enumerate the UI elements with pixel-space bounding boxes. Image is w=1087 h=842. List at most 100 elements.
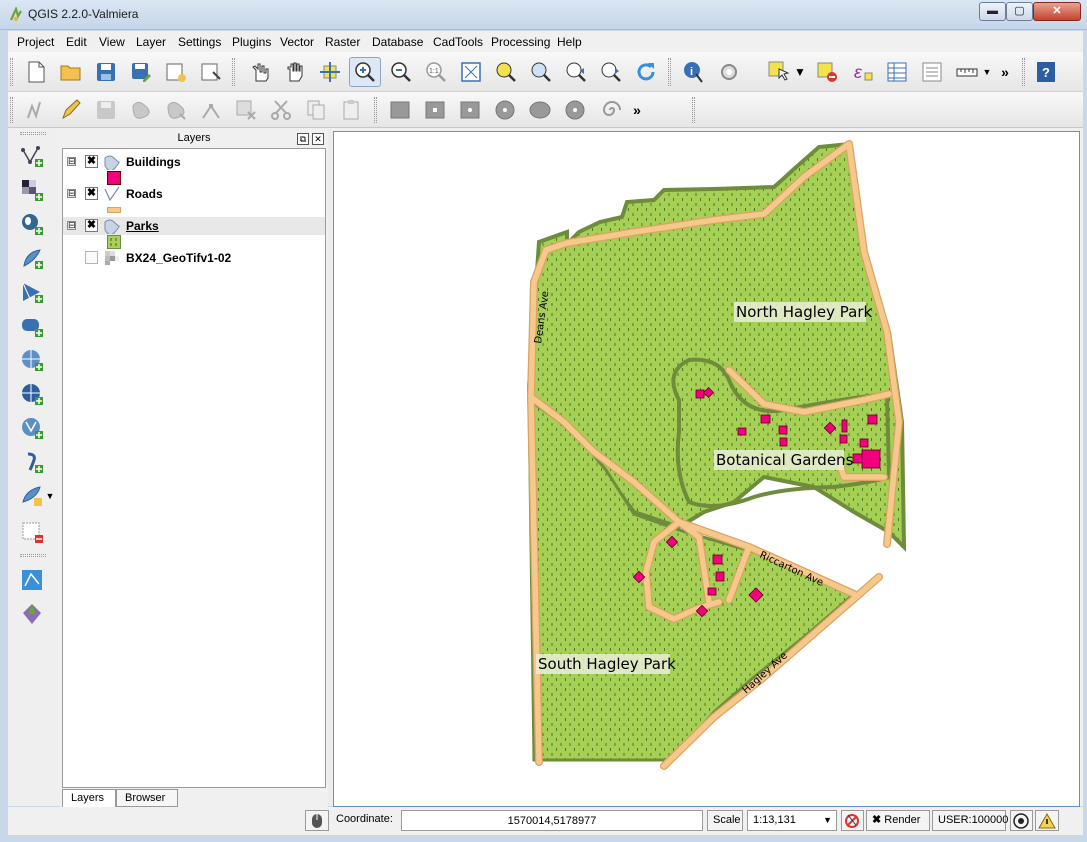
grass-tools-icon[interactable] <box>18 600 46 628</box>
reshape-features-icon[interactable] <box>561 96 589 124</box>
toolbar-grip[interactable] <box>1022 58 1025 86</box>
refresh-icon[interactable] <box>632 58 660 86</box>
add-oracle-layer-icon[interactable] <box>18 312 46 340</box>
toggle-editing-icon[interactable] <box>57 96 85 124</box>
offset-curve-icon[interactable] <box>598 96 626 124</box>
toolbar-grip[interactable] <box>668 58 671 86</box>
zoom-full-icon[interactable] <box>457 58 485 86</box>
map-drawing[interactable]: North Hagley Park Botanical Gardens Sout… <box>334 132 1081 808</box>
layer-row-raster[interactable]: BX24_GeoTifv1-02 <box>63 249 325 267</box>
float-panel-button[interactable]: ⧉ <box>297 133 309 145</box>
building[interactable] <box>707 587 717 596</box>
menu-project[interactable]: Project <box>17 35 54 49</box>
node-tool-icon[interactable] <box>197 96 225 124</box>
scale-combobox[interactable]: 1:13,131 ▼ <box>747 810 837 831</box>
identify-features-icon[interactable]: i <box>680 58 708 86</box>
building[interactable] <box>737 427 747 436</box>
menu-processing[interactable]: Processing <box>491 35 550 49</box>
pan-map-icon[interactable] <box>281 58 309 86</box>
toolbar-grip[interactable] <box>10 58 13 86</box>
minimize-button[interactable]: ▬ <box>979 2 1006 21</box>
layer-visibility-checkbox[interactable] <box>85 251 98 264</box>
toolbar-overflow-icon[interactable]: » <box>998 58 1012 86</box>
building[interactable] <box>712 554 723 565</box>
select-dropdown-icon[interactable]: ▼ <box>793 58 807 86</box>
select-features-icon[interactable] <box>765 58 793 86</box>
select-by-expression-icon[interactable]: ε <box>848 58 876 86</box>
tab-browser[interactable]: Browser <box>116 789 178 807</box>
render-checkbox[interactable]: ✖ <box>872 814 881 826</box>
save-as-icon[interactable] <box>127 58 155 86</box>
add-spatialite-layer-icon[interactable] <box>18 244 46 272</box>
menu-vector[interactable]: Vector <box>280 35 314 49</box>
cut-features-icon[interactable] <box>267 96 295 124</box>
menu-help[interactable]: Help <box>557 35 582 49</box>
building[interactable] <box>715 571 725 582</box>
tab-layers[interactable]: Layers <box>62 789 116 808</box>
coordinate-field[interactable] <box>401 810 703 831</box>
zoom-out-icon[interactable] <box>387 58 415 86</box>
add-feature-icon[interactable] <box>127 96 155 124</box>
building[interactable] <box>841 419 848 433</box>
add-wms-layer-icon[interactable] <box>18 346 46 374</box>
collapse-toggle[interactable]: ⊟ <box>67 189 76 198</box>
maximize-button[interactable]: ▢ <box>1006 2 1033 21</box>
fill-ring-icon[interactable] <box>456 96 484 124</box>
collapse-toggle[interactable]: ⊟ <box>67 157 76 166</box>
render-toggle[interactable]: ✖ Render <box>866 810 930 831</box>
toolbar-grip[interactable] <box>20 132 46 135</box>
add-mssql-layer-icon[interactable] <box>18 278 46 306</box>
remove-layer-icon[interactable] <box>18 518 46 546</box>
measure-dropdown-icon[interactable]: ▼ <box>980 58 994 86</box>
copy-features-icon[interactable] <box>302 96 330 124</box>
building[interactable] <box>859 438 869 448</box>
zoom-next-icon[interactable] <box>597 58 625 86</box>
layer-visibility-checkbox[interactable]: ✖ <box>85 187 98 200</box>
layer-name[interactable]: Buildings <box>126 155 181 169</box>
layer-name[interactable]: Parks <box>126 219 159 233</box>
add-vector-layer-icon[interactable] <box>18 142 46 170</box>
delete-ring-icon[interactable] <box>491 96 519 124</box>
toolbar-grip[interactable] <box>232 58 235 86</box>
deselect-all-icon[interactable] <box>813 58 841 86</box>
menu-raster[interactable]: Raster <box>325 35 360 49</box>
menu-plugins[interactable]: Plugins <box>232 35 271 49</box>
layer-row-buildings[interactable]: ⊟ ✖ Buildings <box>63 153 325 171</box>
zoom-to-layer-icon[interactable] <box>527 58 555 86</box>
add-part-icon[interactable] <box>421 96 449 124</box>
layer-visibility-checkbox[interactable]: ✖ <box>85 155 98 168</box>
add-ring-icon[interactable] <box>386 96 414 124</box>
layer-name[interactable]: BX24_GeoTifv1-02 <box>126 251 231 265</box>
zoom-actual-size-icon[interactable]: 1:1 <box>422 58 450 86</box>
menu-edit[interactable]: Edit <box>66 35 87 49</box>
building[interactable] <box>852 453 863 464</box>
building[interactable] <box>861 449 881 469</box>
layer-row-roads[interactable]: ⊟ ✖ Roads <box>63 185 325 203</box>
georeferencer-icon[interactable] <box>18 566 46 594</box>
save-edits-icon[interactable] <box>92 96 120 124</box>
composer-manager-icon[interactable] <box>197 58 225 86</box>
menu-cadtools[interactable]: CadTools <box>433 35 483 49</box>
zoom-to-selection-icon[interactable] <box>492 58 520 86</box>
panel-splitter[interactable] <box>328 130 332 806</box>
close-button[interactable]: ✕ <box>1033 2 1081 21</box>
collapse-toggle[interactable]: ⊟ <box>67 221 76 230</box>
toolbar-grip[interactable] <box>10 97 13 123</box>
add-wcs-layer-icon[interactable] <box>18 380 46 408</box>
save-project-icon[interactable] <box>92 58 120 86</box>
add-wfs-layer-icon[interactable] <box>18 414 46 442</box>
statistical-summary-icon[interactable] <box>918 58 946 86</box>
delete-part-icon[interactable] <box>526 96 554 124</box>
pan-to-selection-icon[interactable] <box>316 58 344 86</box>
new-layer-dropdown-icon[interactable]: ▼ <box>44 482 56 510</box>
toggle-extents-button[interactable] <box>305 810 329 831</box>
touch-zoom-pan-icon[interactable] <box>246 58 274 86</box>
building[interactable] <box>839 434 848 444</box>
move-feature-icon[interactable] <box>162 96 190 124</box>
menu-layer[interactable]: Layer <box>136 35 166 49</box>
close-panel-button[interactable]: ✕ <box>312 133 324 145</box>
menu-settings[interactable]: Settings <box>178 35 221 49</box>
new-shapefile-layer-icon[interactable] <box>18 482 46 510</box>
add-raster-layer-icon[interactable] <box>18 176 46 204</box>
zoom-in-icon[interactable] <box>349 57 381 87</box>
